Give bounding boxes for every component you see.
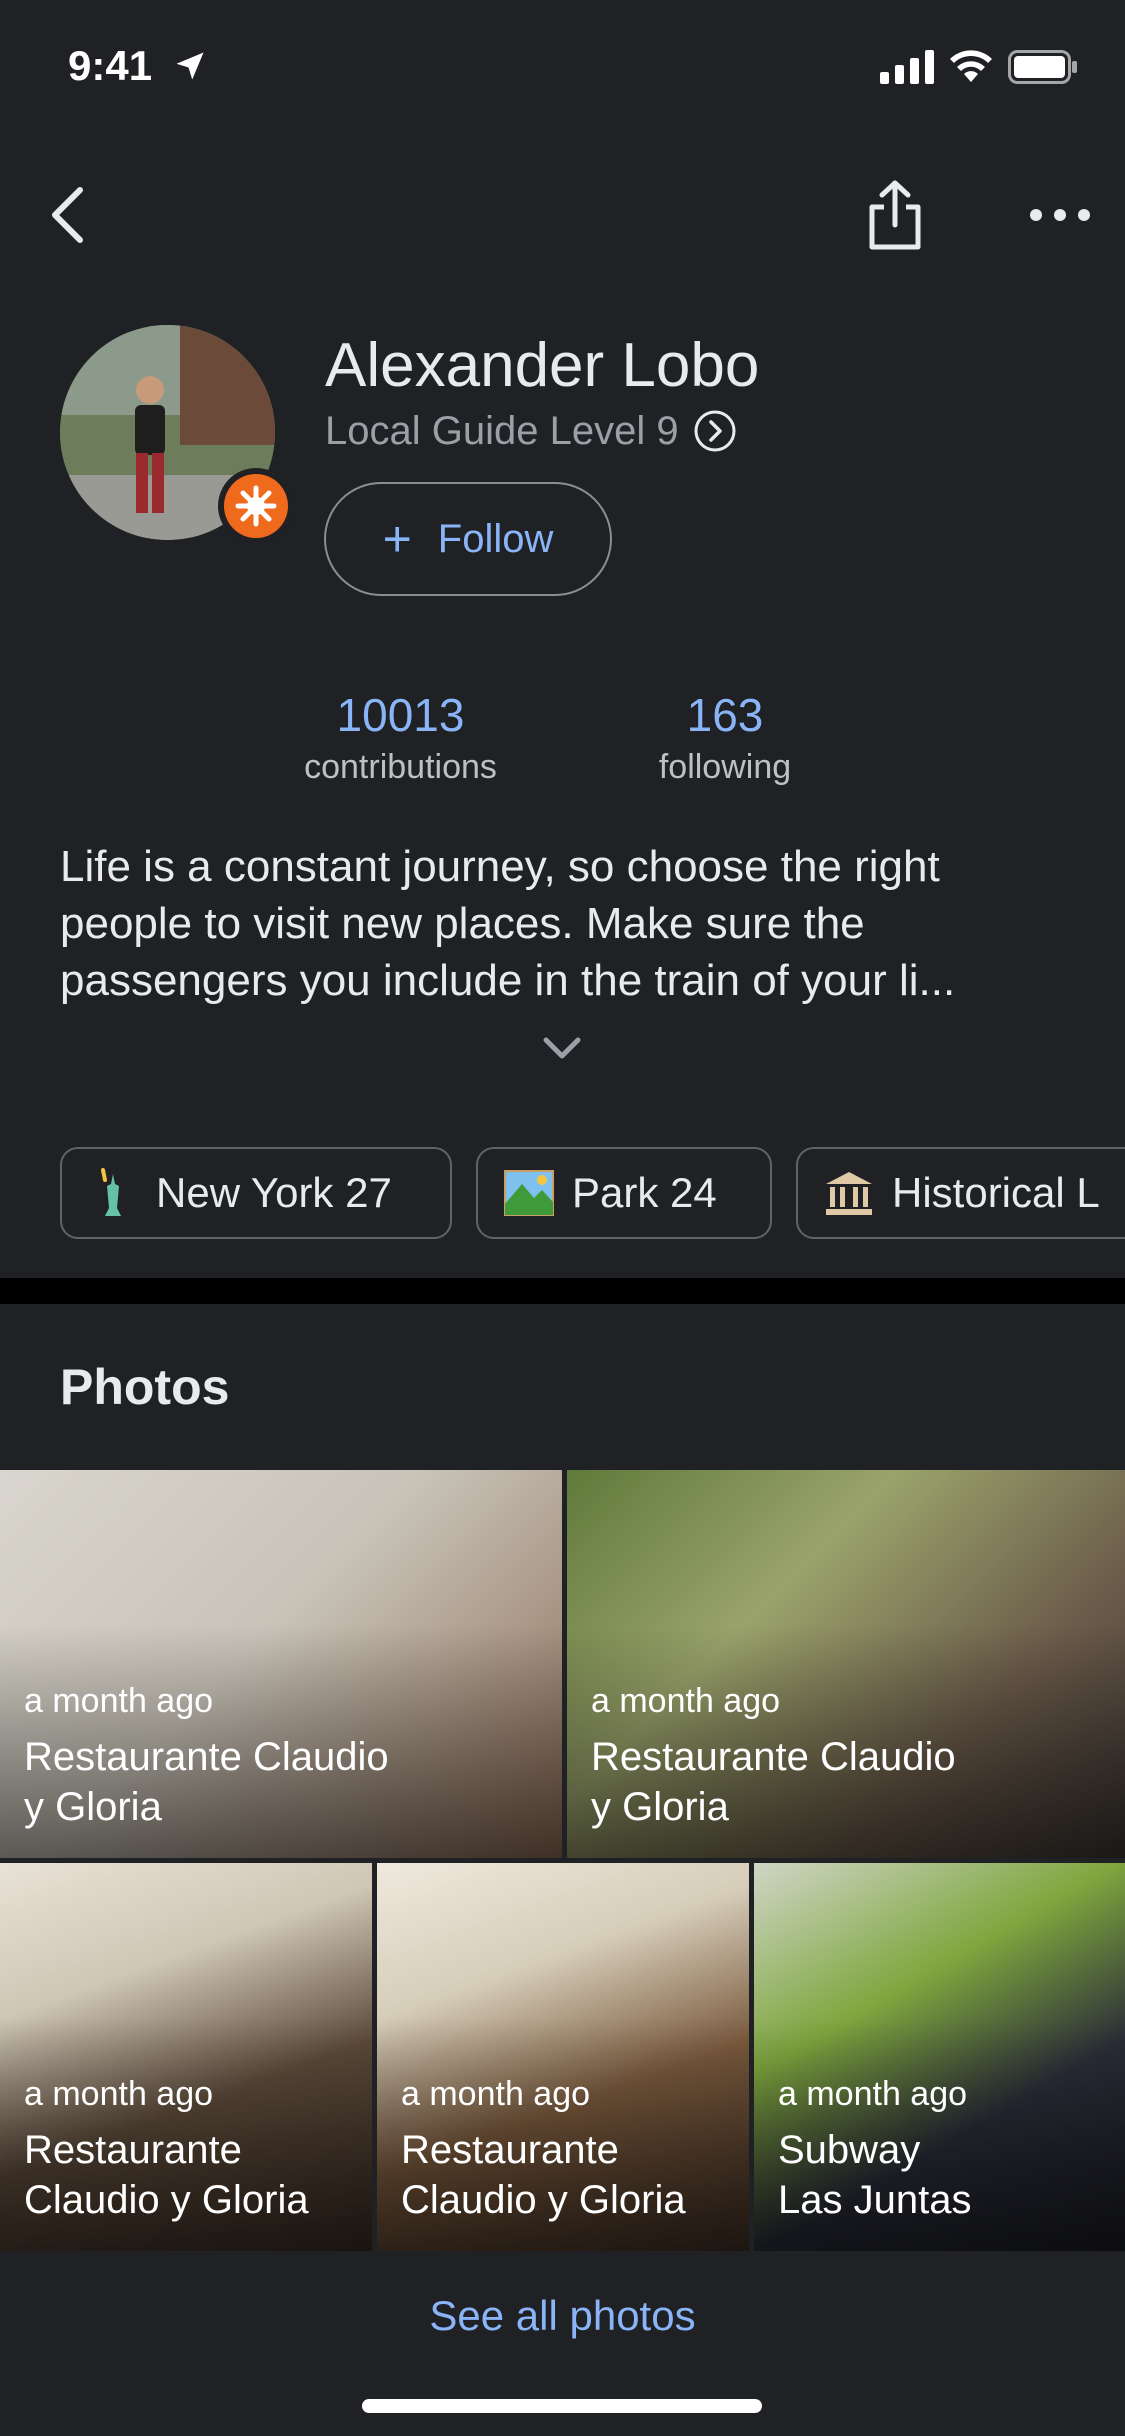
photo-time: a month ago: [778, 2075, 968, 2113]
follow-button[interactable]: + Follow: [324, 482, 612, 596]
photo-title: Restaurante Claudio y Gloria: [24, 2128, 309, 2222]
chip-park[interactable]: Park 24: [476, 1147, 772, 1239]
photo-tile[interactable]: a month ago Restaurante Claudio y Gloria: [377, 1863, 749, 2251]
following-count: 163: [686, 689, 764, 741]
share-button[interactable]: [860, 175, 930, 255]
park-icon: [504, 1168, 554, 1218]
photo-tile[interactable]: a month ago Restaurante Claudio y Gloria: [567, 1470, 1125, 1858]
chip-label: Historical L: [892, 1169, 1100, 1216]
photos-section-title: Photos: [60, 1359, 230, 1415]
contributions-label: contributions: [304, 748, 497, 786]
wifi-icon: [950, 50, 992, 82]
photo-title: Restaurante Claudio y Gloria: [24, 1735, 389, 1829]
photo-tile[interactable]: a month ago Restaurante Claudio y Gloria: [0, 1470, 562, 1858]
following-stat[interactable]: 163 following: [630, 688, 820, 787]
chip-historical[interactable]: Historical L: [796, 1147, 1125, 1239]
photo-title: Subway Las Juntas: [778, 2128, 972, 2222]
local-guide-level-link[interactable]: Local Guide Level 9: [325, 403, 737, 459]
photo-time: a month ago: [591, 1682, 781, 1720]
more-options-button[interactable]: [1020, 195, 1100, 235]
chevron-right-circle-icon: [694, 410, 736, 452]
contributions-stat[interactable]: 10013 contributions: [268, 688, 533, 787]
home-indicator[interactable]: [362, 2399, 762, 2413]
photo-tile[interactable]: a month ago Restaurante Claudio y Gloria: [0, 1863, 372, 2251]
star-burst-icon: [235, 485, 277, 527]
statue-of-liberty-icon: [88, 1168, 138, 1218]
interest-chips: New York 27 Park 24 Historical L: [0, 1145, 1125, 1245]
plus-icon: +: [382, 511, 412, 567]
status-bar: 9:41: [0, 0, 1125, 140]
battery-icon: [1008, 50, 1077, 84]
contributions-count: 10013: [336, 689, 465, 741]
chevron-down-icon[interactable]: [538, 1030, 586, 1066]
classical-building-icon: [824, 1168, 874, 1218]
chip-label: New York 27: [156, 1169, 392, 1216]
bio-text: Life is a constant journey, so choose th…: [60, 842, 956, 1005]
chip-label: Park 24: [572, 1169, 717, 1216]
cellular-signal-icon: [880, 50, 934, 84]
section-divider: [0, 1278, 1125, 1304]
photo-time: a month ago: [24, 2075, 214, 2113]
photo-title: Restaurante Claudio y Gloria: [591, 1735, 956, 1829]
following-label: following: [658, 748, 792, 786]
local-guide-level: Local Guide Level 9: [325, 408, 679, 453]
photo-time: a month ago: [24, 1682, 214, 1720]
location-arrow-icon: [176, 52, 204, 80]
see-all-photos-link[interactable]: See all photos: [0, 2292, 1125, 2340]
local-guide-badge: [218, 468, 294, 544]
back-button[interactable]: [40, 180, 100, 250]
photo-title: Restaurante Claudio y Gloria: [401, 2128, 686, 2222]
photo-time: a month ago: [401, 2075, 591, 2113]
status-time: 9:41: [68, 42, 153, 89]
chip-new-york[interactable]: New York 27: [60, 1147, 452, 1239]
profile-name: Alexander Lobo: [325, 331, 760, 400]
follow-label: Follow: [437, 516, 554, 561]
photo-tile[interactable]: a month ago Subway Las Juntas: [754, 1863, 1125, 2251]
